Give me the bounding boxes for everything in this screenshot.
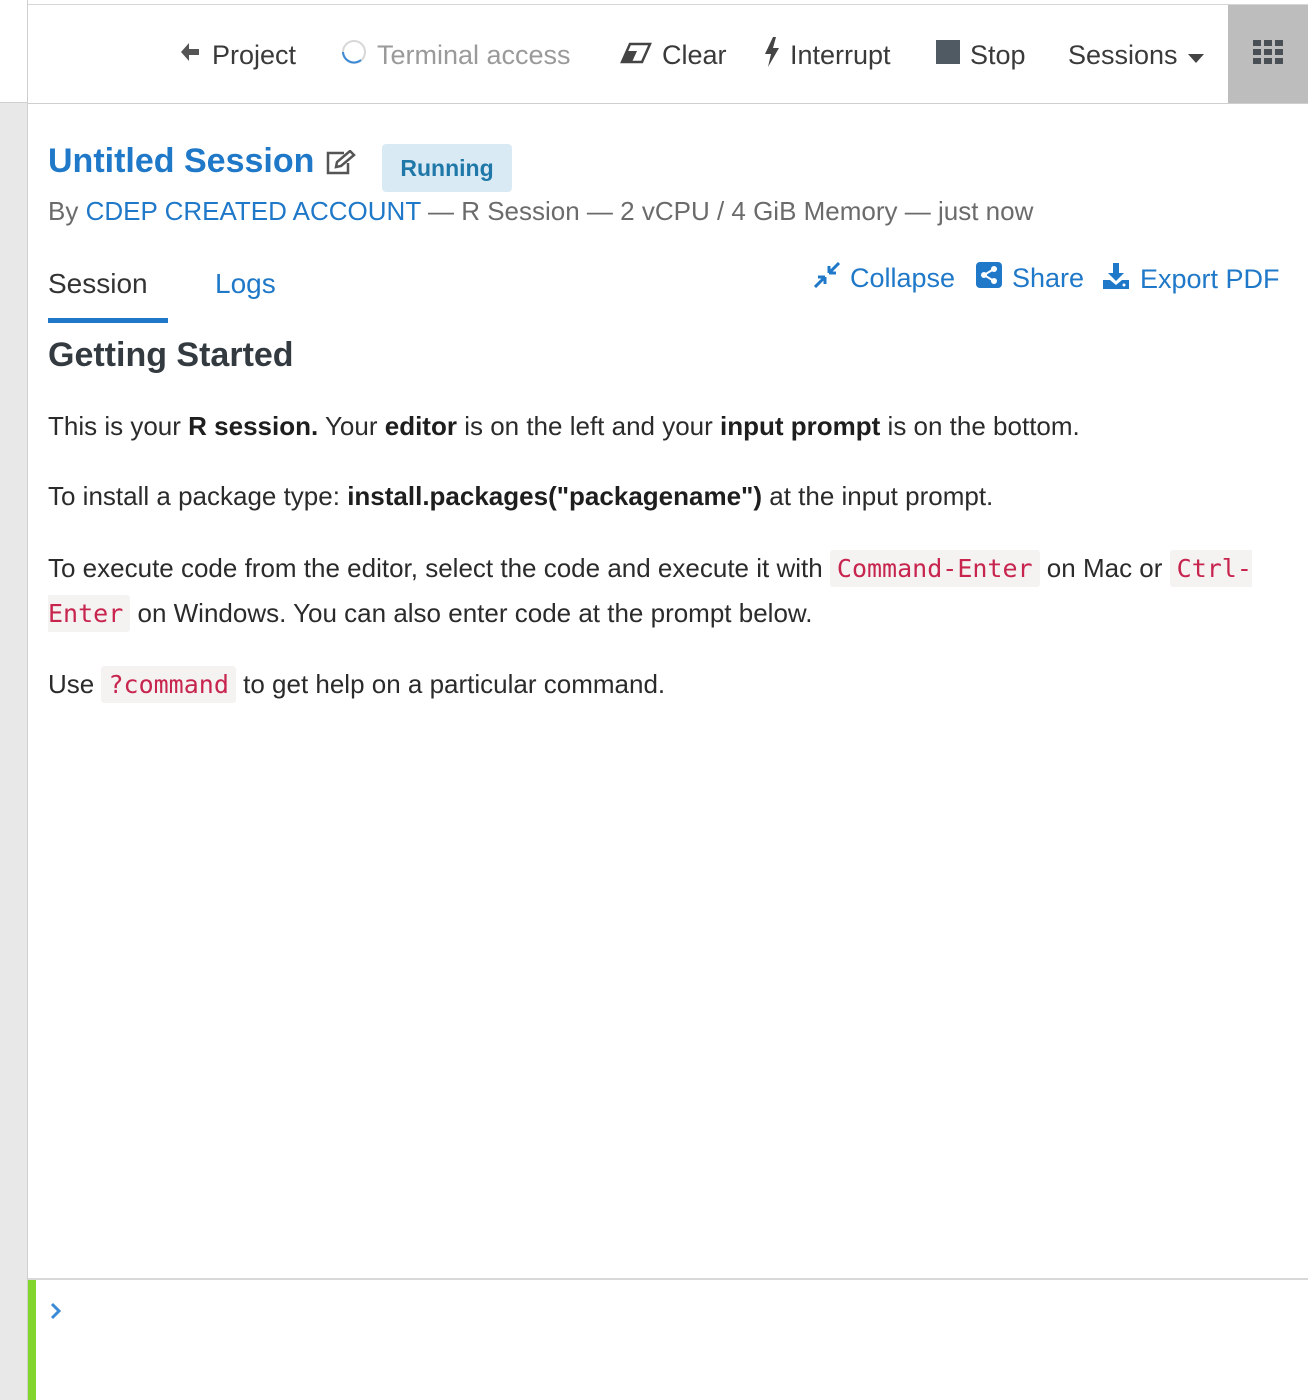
clear-button[interactable]: Clear [620,35,727,75]
execute-paragraph: To execute code from the editor, select … [48,546,1278,636]
text: at the input prompt. [762,481,994,511]
prompt-status-bar [28,1280,36,1400]
session-meta: By CDEP CREATED ACCOUNT — R Session — 2 … [48,196,1033,227]
meta-by: By [48,196,79,226]
share-button[interactable]: Share [976,262,1084,295]
bolt-icon [764,36,780,74]
install-paragraph: To install a package type: install.packa… [48,474,1278,518]
eraser-icon [620,40,652,71]
compress-icon [813,261,841,295]
share-square-icon [976,262,1002,295]
caret-down-icon [1187,40,1204,71]
text: To install a package type: [48,481,348,511]
stop-label: Stop [970,39,1026,70]
share-label: Share [1012,263,1085,293]
account-link[interactable]: CDEP CREATED ACCOUNT [86,196,421,226]
interrupt-label: Interrupt [790,39,891,70]
clear-label: Clear [662,39,727,70]
inline-code: ?command [101,666,236,703]
tab-logs[interactable]: Logs [215,268,276,300]
spinner-icon [341,39,367,72]
active-tab-indicator [48,318,168,323]
terminal-access-button[interactable]: Terminal access [341,35,571,75]
meta-details: — R Session — 2 vCPU / 4 GiB Memory — ju… [427,196,1034,226]
bold-text: input prompt [720,411,881,441]
text: This is your [48,411,189,441]
tab-session[interactable]: Session [48,268,148,300]
stop-button[interactable]: Stop [936,35,1026,75]
bold-text: R session. [188,411,319,441]
console-input[interactable] [78,1294,1288,1336]
text: is on the left and your [456,411,721,441]
text: on Windows. You can also enter code at t… [130,598,813,628]
help-paragraph: Use ?command to get help on a particular… [48,662,1278,707]
text: To execute code from the editor, select … [48,553,830,583]
getting-started-heading: Getting Started [48,336,294,374]
export-pdf-button[interactable]: Export PDF [1102,262,1280,297]
editor-pane-header [0,0,27,103]
text: to get help on a particular command. [235,669,666,699]
apps-menu-button[interactable] [1228,5,1308,103]
bold-text: install.packages("packagename") [347,481,763,511]
stop-square-icon [936,39,960,71]
editor-pane-edge[interactable] [0,0,28,1400]
text: Your [318,411,385,441]
project-button[interactable]: Project [178,35,296,75]
session-toolbar: Project Terminal access Clear Interrupt … [28,4,1308,104]
text: Use [48,669,102,699]
arrow-left-icon [178,40,202,71]
text: is on the bottom. [880,411,1080,441]
terminal-access-label: Terminal access [377,39,571,70]
project-label: Project [212,39,297,70]
export-pdf-label: Export PDF [1140,264,1280,294]
chevron-right-icon [50,1302,62,1325]
session-workspace: Project Terminal access Clear Interrupt … [0,0,1308,1400]
grid-icon [1253,39,1283,69]
collapse-label: Collapse [850,263,956,293]
sessions-label: Sessions [1068,39,1178,70]
text: on Mac or [1039,553,1170,583]
input-prompt-area [28,1278,1308,1400]
sessions-dropdown[interactable]: Sessions [1068,35,1204,75]
download-icon [1102,262,1130,297]
interrupt-button[interactable]: Interrupt [764,35,891,75]
bold-text: editor [384,411,457,441]
status-badge: Running [382,144,512,192]
intro-paragraph: This is your R session. Your editor is o… [48,404,1278,448]
pencil-square-icon[interactable] [324,149,356,181]
inline-code: Command-Enter [829,550,1040,587]
session-title[interactable]: Untitled Session [48,142,314,181]
collapse-button[interactable]: Collapse [813,261,956,295]
